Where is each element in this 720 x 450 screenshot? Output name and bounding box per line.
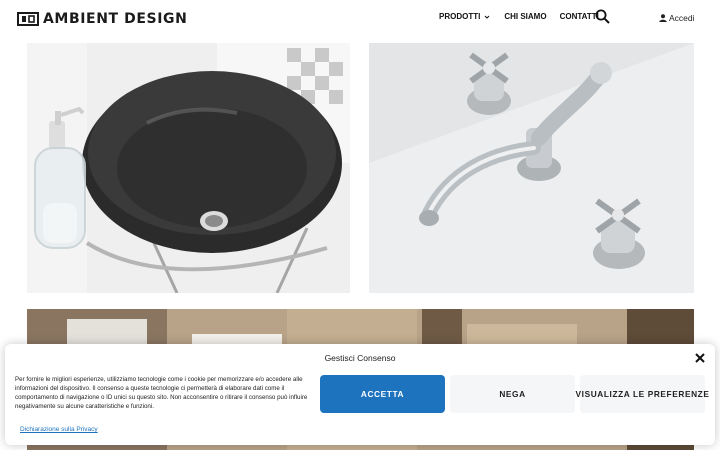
site-header: AMBIENT DESIGN PRODOTTI CHI SIAMO CONTAT… — [0, 0, 720, 38]
privacy-statement-link[interactable]: Dichiarazione sulla Privacy — [20, 426, 98, 433]
cookie-consent-banner: Gestisci Consenso Per fornire le miglior… — [5, 344, 715, 445]
gallery-image-faucet[interactable] — [369, 43, 694, 293]
nav-label-prodotti: PRODOTTI — [439, 12, 481, 21]
logo[interactable]: AMBIENT DESIGN — [17, 10, 187, 27]
faucet-illustration — [369, 43, 694, 293]
nav-label-chi-siamo: CHI SIAMO — [504, 12, 547, 21]
search-icon[interactable] — [595, 9, 610, 24]
nav-item-chi-siamo[interactable]: CHI SIAMO — [504, 12, 546, 21]
cookie-title: Gestisci Consenso — [324, 353, 396, 363]
user-icon — [659, 14, 667, 22]
sink-illustration — [27, 43, 350, 293]
login-label: Accedi — [669, 13, 695, 23]
view-preferences-button[interactable]: VISUALIZZA LE PREFERENZE — [576, 375, 709, 413]
nav-item-prodotti[interactable]: PRODOTTI — [439, 12, 490, 21]
gallery-image-sink[interactable] — [27, 43, 350, 293]
page: AMBIENT DESIGN PRODOTTI CHI SIAMO CONTAT… — [0, 0, 720, 450]
logo-text: AMBIENT DESIGN — [43, 10, 188, 27]
chevron-down-icon — [484, 15, 490, 19]
main-nav: PRODOTTI CHI SIAMO CONTATTI — [439, 12, 599, 21]
deny-button[interactable]: NEGA — [450, 375, 575, 413]
accept-button[interactable]: ACCETTA — [320, 375, 445, 413]
login-link[interactable]: Accedi — [659, 13, 695, 23]
cookie-description: Per fornire le migliori esperienze, util… — [15, 376, 308, 410]
nav-label-contatti: CONTATTI — [559, 12, 599, 21]
logo-mark-icon — [17, 11, 39, 26]
close-icon[interactable] — [695, 353, 705, 363]
nav-item-contatti[interactable]: CONTATTI — [560, 12, 599, 21]
